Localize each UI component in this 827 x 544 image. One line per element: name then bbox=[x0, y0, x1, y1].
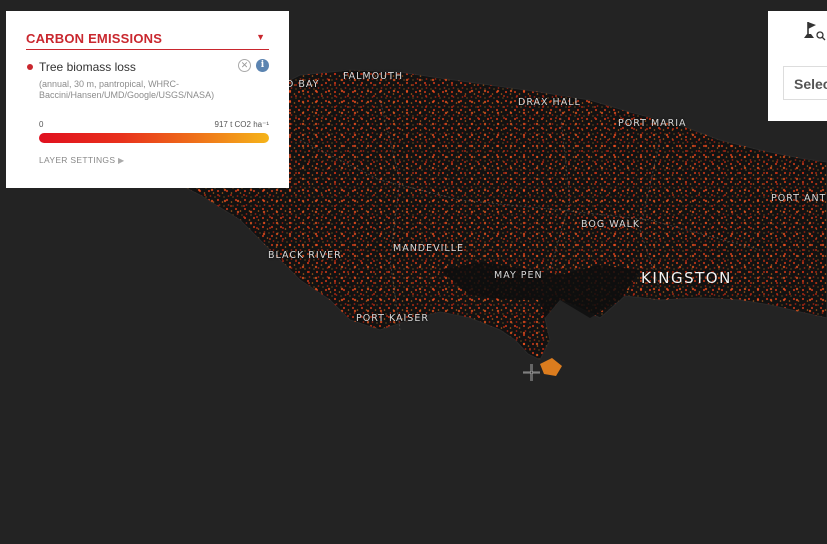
panel-header[interactable]: CARBON EMISSIONS ▼ bbox=[26, 30, 269, 50]
layer-panel: CARBON EMISSIONS ▼ Tree biomass loss ✕ i… bbox=[6, 11, 289, 188]
place-label-port-kaiser: PORT KAISER bbox=[356, 313, 429, 324]
place-label-bay: D BAY bbox=[286, 79, 320, 90]
right-tool-panel: Selec bbox=[768, 11, 827, 121]
legend-min-label: 0 bbox=[39, 120, 44, 129]
flag-search-icon[interactable] bbox=[802, 20, 826, 42]
layer-settings-label: LAYER SETTINGS bbox=[39, 155, 116, 165]
panel-title: CARBON EMISSIONS bbox=[26, 31, 163, 46]
layer-color-dot bbox=[27, 64, 33, 70]
place-label-port-maria: PORT MARIA bbox=[618, 118, 687, 129]
layer-description: (annual, 30 m, pantropical, WHRC-Baccini… bbox=[39, 79, 215, 100]
info-icon[interactable]: i bbox=[256, 59, 269, 72]
legend-max-label: 917 t CO2 ha⁻¹ bbox=[214, 120, 269, 129]
triangle-down-icon[interactable]: ▼ bbox=[256, 32, 265, 42]
country-select[interactable]: Selec bbox=[783, 66, 827, 100]
place-label-bog-walk: BOG WALK bbox=[581, 219, 641, 230]
layer-name: Tree biomass loss bbox=[39, 60, 136, 74]
triangle-right-icon: ▶ bbox=[117, 156, 125, 165]
crosshair-icon bbox=[523, 364, 540, 381]
place-label-kingston: KINGSTON bbox=[641, 269, 732, 287]
place-label-port-antonio: PORT ANT bbox=[771, 193, 827, 204]
place-label-drax-hall: DRAX HALL bbox=[518, 97, 581, 108]
place-label-may-pen: MAY PEN bbox=[494, 270, 543, 281]
place-label-black-river: BLACK RIVER bbox=[268, 250, 342, 261]
layer-settings-button[interactable]: LAYER SETTINGS ▶ bbox=[39, 155, 124, 165]
close-circle-icon[interactable]: ✕ bbox=[238, 59, 251, 72]
place-label-mandeville: MANDEVILLE bbox=[393, 243, 465, 254]
place-label-falmouth: FALMOUTH bbox=[343, 71, 403, 82]
legend-color-ramp bbox=[39, 133, 269, 143]
